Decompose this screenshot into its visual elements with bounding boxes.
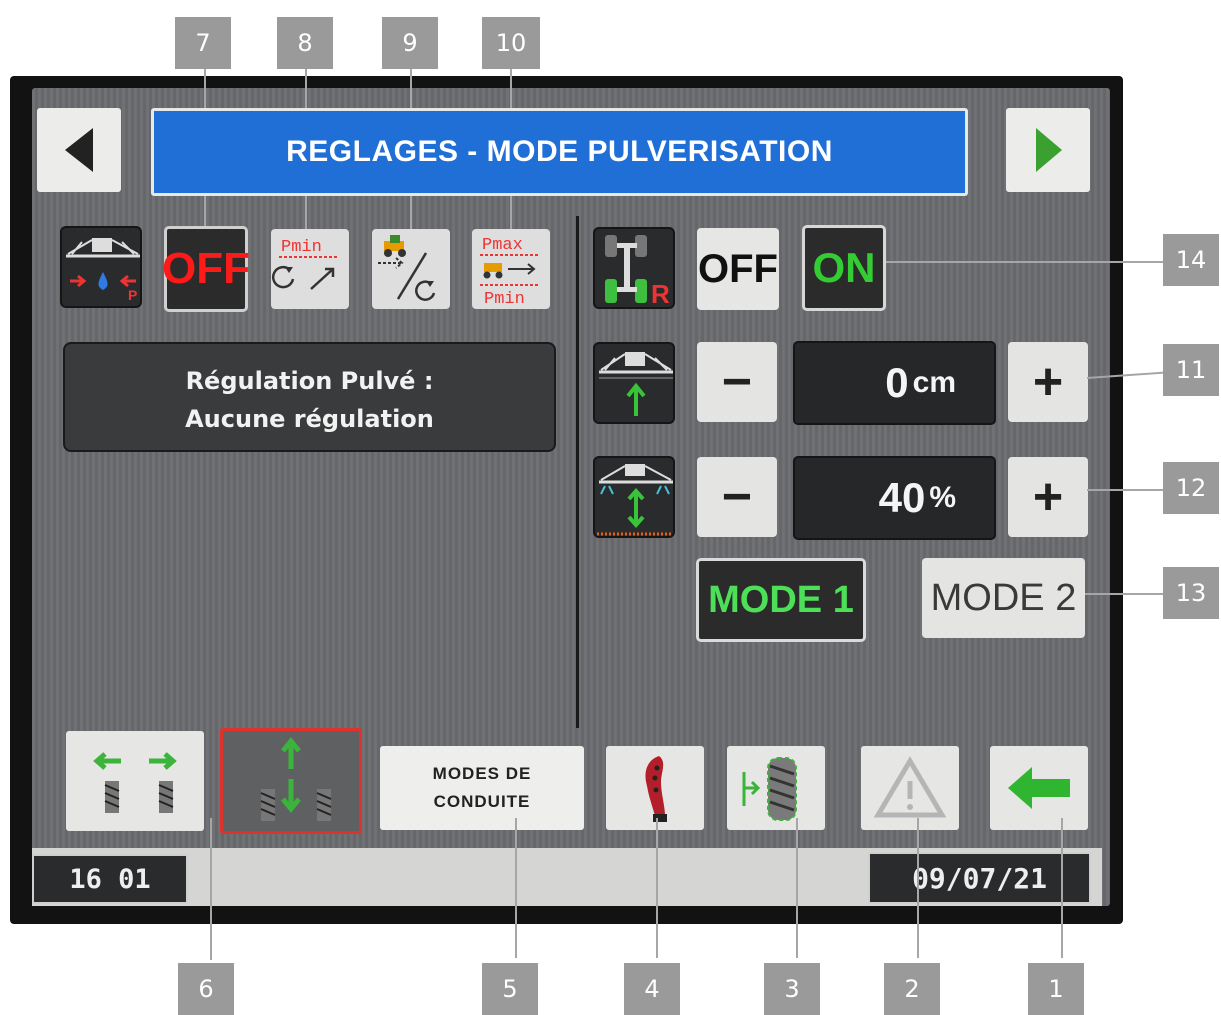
pmin-restart-button[interactable]: Pmin xyxy=(271,229,349,309)
speed-restart-button[interactable] xyxy=(372,229,450,309)
vertical-divider xyxy=(576,216,579,728)
callout-12: 12 xyxy=(1163,462,1219,514)
triangle-right-icon xyxy=(1036,128,1062,172)
sprayer-pressure-regulation-icon[interactable]: P xyxy=(60,226,142,308)
rear-letter: R xyxy=(651,279,670,309)
page-title: REGLAGES - MODE PULVERISATION xyxy=(151,108,968,196)
previous-page-button[interactable] xyxy=(37,108,121,192)
percent-decrease-button[interactable]: − xyxy=(697,457,777,537)
boom-height-icon xyxy=(593,342,675,424)
regulation-title: Régulation Pulvé : xyxy=(185,367,434,395)
boom-raise-icon xyxy=(599,352,673,416)
status-date: 09/07/21 xyxy=(868,852,1091,904)
callout-13: 13 xyxy=(1163,567,1219,619)
annotated-screenshot: 7 8 9 10 REGLAGES - MODE PULVERISATION P… xyxy=(0,0,1221,1015)
pmin-bottom-text: Pmin xyxy=(484,290,525,309)
callout-7: 7 xyxy=(175,17,231,69)
callout-1: 1 xyxy=(1028,963,1084,1015)
callout-2: 2 xyxy=(884,963,940,1015)
suspension-on-button[interactable]: ON xyxy=(802,225,886,311)
height-value-display: 0 cm xyxy=(793,341,996,425)
svg-text:P: P xyxy=(128,287,137,303)
pmin-restart-icon: Pmin xyxy=(272,238,339,290)
callout-11: 11 xyxy=(1163,344,1219,396)
leader-2 xyxy=(917,818,919,958)
steering-mode-icon xyxy=(260,736,332,821)
callout-6: 6 xyxy=(178,963,234,1015)
rear-suspension-icon: R xyxy=(593,227,675,309)
callout-10: 10 xyxy=(482,17,540,69)
status-code: 16 01 xyxy=(32,854,188,904)
leader-13 xyxy=(1085,593,1164,595)
leader-4 xyxy=(656,818,658,958)
boom-sensitivity-icon xyxy=(593,456,675,538)
alarms-button[interactable] xyxy=(861,746,959,830)
callout-3: 3 xyxy=(764,963,820,1015)
height-unit: cm xyxy=(912,366,956,399)
pmax-pmin-button[interactable]: Pmax Pmin xyxy=(472,229,550,309)
height-value: 0 xyxy=(885,359,909,406)
percent-value: 40 xyxy=(878,474,926,521)
axle-suspension-icon: R xyxy=(605,235,670,309)
driving-modes-line1: MODES DE xyxy=(432,764,532,783)
mode-1-button[interactable]: MODE 1 xyxy=(696,558,866,642)
leader-14 xyxy=(886,261,1164,263)
pmin-text: Pmin xyxy=(281,238,322,257)
callout-4: 4 xyxy=(624,963,680,1015)
percent-unit: % xyxy=(929,481,956,514)
regulation-value: Aucune régulation xyxy=(185,405,434,433)
pmax-pmin-icon: Pmax Pmin xyxy=(480,236,540,309)
regulation-status-panel: Régulation Pulvé : Aucune régulation xyxy=(63,342,556,452)
callout-9: 9 xyxy=(382,17,438,69)
driving-modes-line2: CONDUITE xyxy=(433,792,531,811)
pmax-text: Pmax xyxy=(482,236,523,255)
tyre-guidance-button[interactable] xyxy=(727,746,825,830)
joystick-icon xyxy=(645,756,667,822)
height-increase-button[interactable]: + xyxy=(1008,342,1088,422)
next-page-button[interactable] xyxy=(1006,108,1090,192)
arrow-left-icon xyxy=(1008,767,1070,809)
callout-14: 14 xyxy=(1163,234,1219,286)
back-button[interactable] xyxy=(990,746,1088,830)
track-width-button[interactable] xyxy=(66,731,204,831)
track-width-icon xyxy=(93,752,177,813)
height-decrease-button[interactable]: − xyxy=(697,342,777,422)
tyre-guidance-icon xyxy=(742,757,797,821)
callout-5: 5 xyxy=(482,963,538,1015)
driving-modes-button[interactable]: MODES DE CONDUITE xyxy=(380,746,584,830)
steering-mode-button[interactable] xyxy=(220,728,362,834)
leader-3 xyxy=(796,818,798,958)
suspension-off-button[interactable]: OFF xyxy=(697,228,779,310)
percent-value-display: 40% xyxy=(793,456,996,540)
boom-pressure-icon: P xyxy=(66,238,140,303)
callout-8: 8 xyxy=(277,17,333,69)
mode-2-button[interactable]: MODE 2 xyxy=(922,558,1085,638)
tractor-speed-restart-icon xyxy=(378,235,436,301)
percent-increase-button[interactable]: + xyxy=(1008,457,1088,537)
triangle-left-icon xyxy=(65,128,93,172)
joystick-button[interactable] xyxy=(606,746,704,830)
leader-1 xyxy=(1061,818,1063,958)
leader-5 xyxy=(515,818,517,958)
pressure-regulation-off-button[interactable]: OFF xyxy=(162,226,250,312)
leader-12 xyxy=(1087,489,1164,491)
warning-triangle-icon xyxy=(874,756,946,818)
leader-6 xyxy=(210,818,212,960)
boom-up-down-icon xyxy=(597,464,673,536)
